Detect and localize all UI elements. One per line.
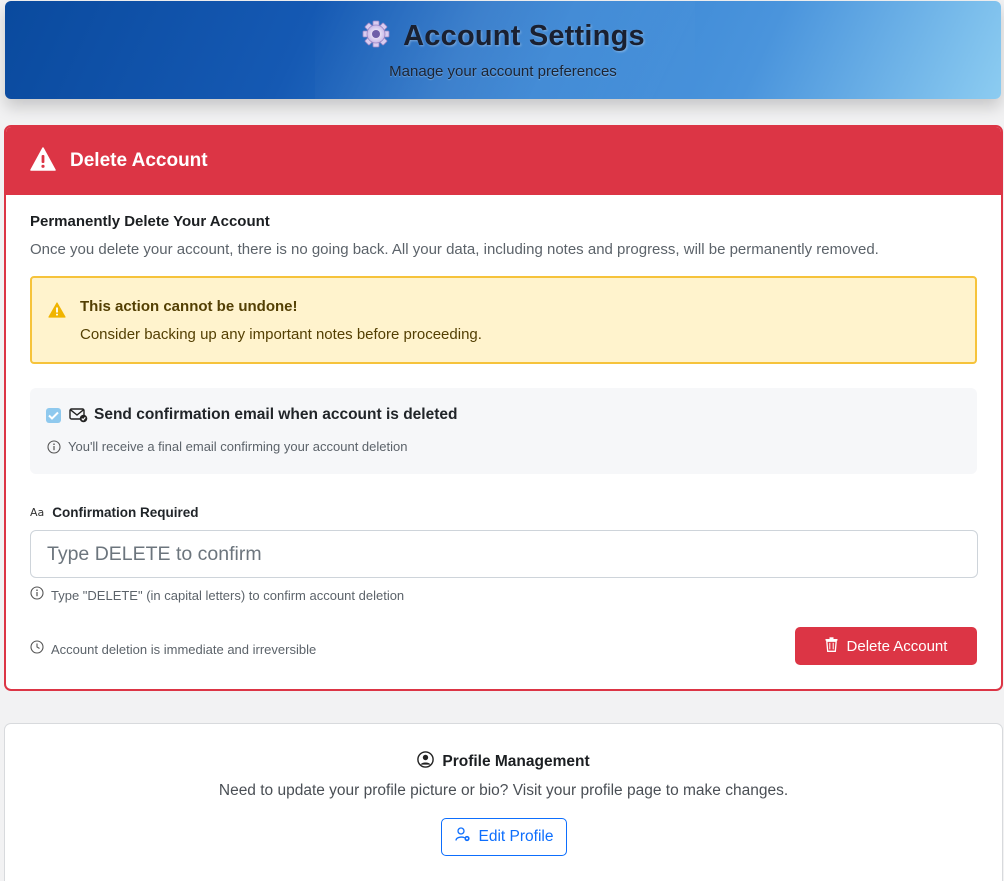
- delete-account-heading: Delete Account: [70, 150, 208, 171]
- send-email-checkbox[interactable]: [46, 408, 61, 423]
- clock-icon: [30, 640, 44, 659]
- confirmation-email-option: Send confirmation email when account is …: [30, 388, 977, 474]
- edit-profile-button-label: Edit Profile: [478, 828, 554, 845]
- page-header: Account Settings Manage your account pre…: [5, 1, 1001, 99]
- irreversible-warning-alert: This action cannot be undone! Consider b…: [30, 276, 977, 364]
- profile-management-title: Profile Management: [442, 753, 590, 770]
- page-subtitle: Manage your account preferences: [389, 63, 617, 80]
- confirmation-label: Confirmation Required: [52, 505, 199, 520]
- text-aa-icon: Aa: [30, 506, 45, 519]
- gear-icon: [361, 19, 391, 54]
- warning-text: Consider backing up any important notes …: [80, 326, 482, 343]
- deletion-note: Account deletion is immediate and irreve…: [51, 642, 317, 657]
- info-circle-icon: [47, 440, 61, 459]
- delete-account-button-label: Delete Account: [846, 637, 948, 655]
- delete-account-body: Permanently Delete Your Account Once you…: [6, 195, 1001, 474]
- envelope-check-icon: [69, 407, 88, 428]
- trash-icon: [825, 636, 838, 656]
- warning-title: This action cannot be undone!: [80, 298, 298, 315]
- warning-icon: [48, 302, 66, 323]
- delete-account-card: Delete Account Permanently Delete Your A…: [4, 125, 1003, 691]
- permanent-delete-description: Once you delete your account, there is n…: [30, 241, 879, 258]
- profile-title-row: Profile Management: [5, 751, 1002, 773]
- header-title-row: Account Settings: [5, 19, 1001, 54]
- info-circle-icon: [30, 586, 44, 605]
- profile-management-card: Profile Management Need to update your p…: [4, 723, 1003, 881]
- confirmation-help-row: Type "DELETE" (in capital letters) to co…: [30, 586, 404, 605]
- profile-management-description: Need to update your profile picture or b…: [218, 782, 789, 799]
- person-circle-icon: [417, 751, 435, 773]
- confirmation-label-row: Aa Confirmation Required: [30, 505, 199, 520]
- delete-account-card-header: Delete Account: [6, 127, 1001, 195]
- person-gear-icon: [454, 827, 471, 847]
- permanent-delete-title: Permanently Delete Your Account: [30, 213, 270, 230]
- send-email-label[interactable]: Send confirmation email when account is …: [94, 406, 457, 424]
- confirmation-help-text: Type "DELETE" (in capital letters) to co…: [51, 588, 405, 603]
- delete-account-button[interactable]: Delete Account: [795, 627, 977, 665]
- send-email-help: You'll receive a final email confirming …: [68, 439, 408, 454]
- warning-triangle-icon: [30, 146, 56, 176]
- deletion-note-row: Account deletion is immediate and irreve…: [30, 640, 316, 659]
- delete-confirmation-input[interactable]: [30, 530, 978, 578]
- page-title: Account Settings: [403, 20, 645, 52]
- edit-profile-button[interactable]: Edit Profile: [441, 818, 567, 856]
